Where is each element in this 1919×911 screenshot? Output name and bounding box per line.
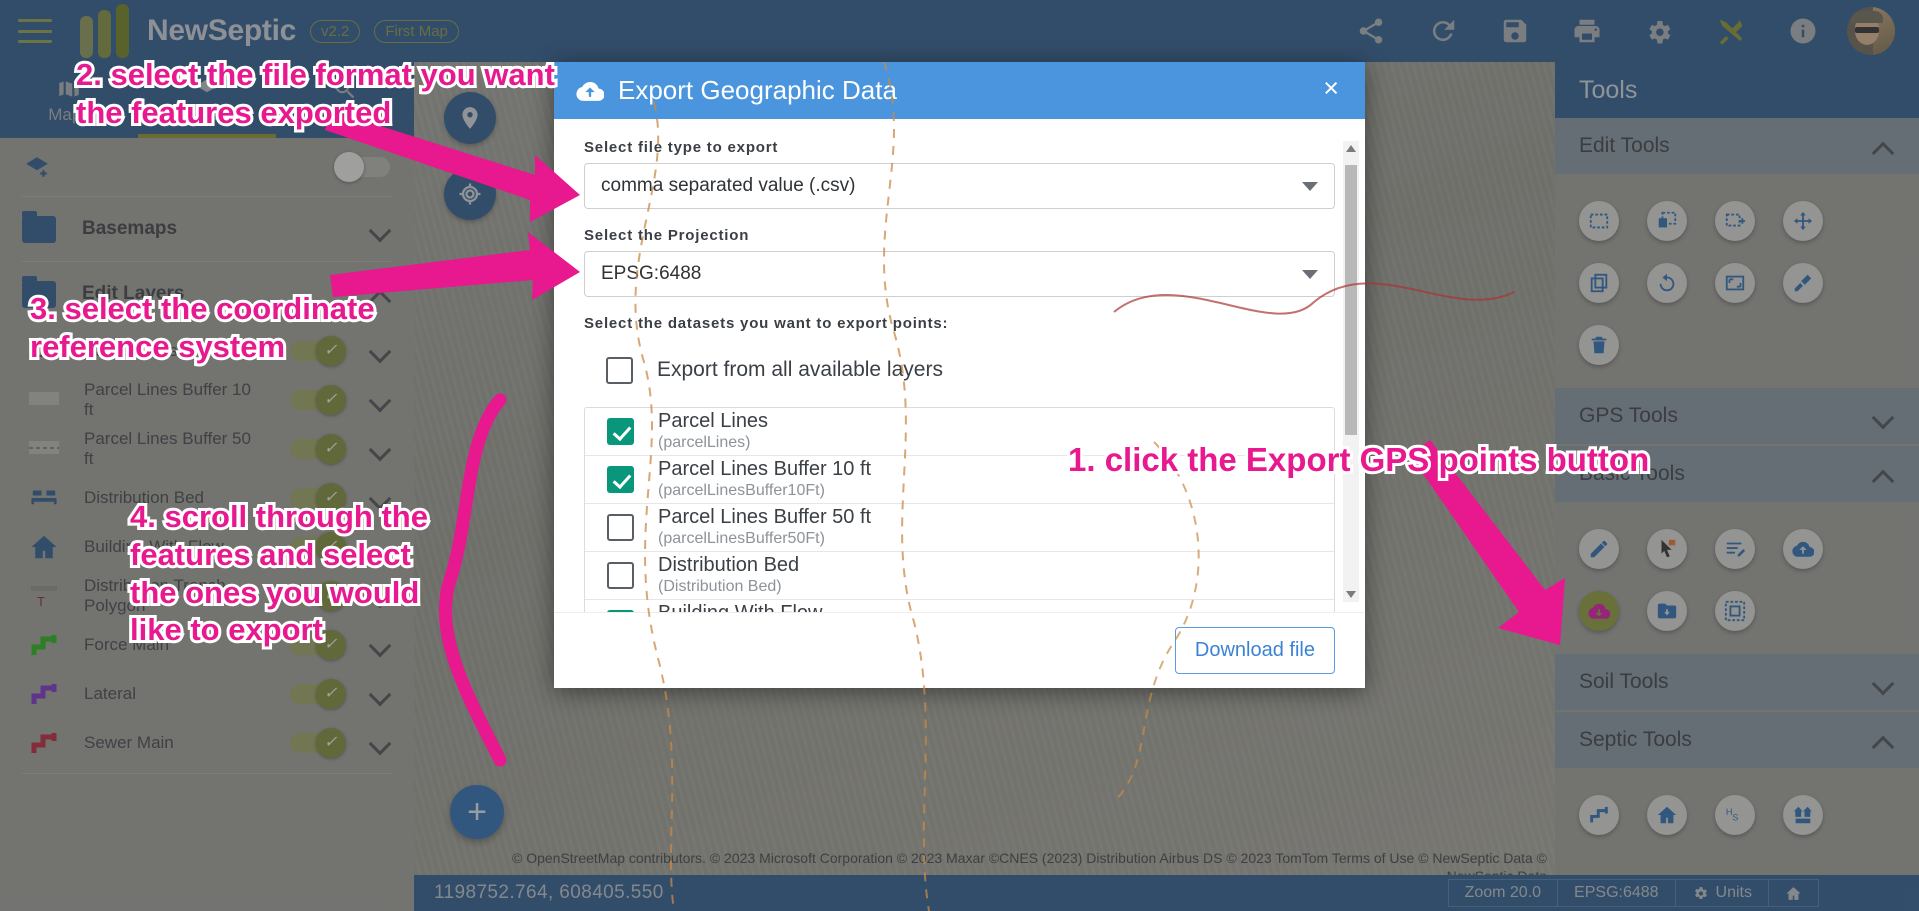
scroll-down-icon[interactable] — [1346, 591, 1356, 598]
scrollbar-thumb[interactable] — [1345, 165, 1357, 435]
annotation-1: 1. click the Export GPS points button — [1065, 438, 1652, 481]
annotation-2: 2. select the file format you want the f… — [73, 54, 558, 133]
dataset-name: Parcel Lines — [658, 410, 769, 432]
file-type-label: Select file type to export — [584, 139, 779, 156]
dataset-checkbox[interactable] — [607, 562, 634, 589]
dataset-name: Parcel Lines Buffer 50 ft — [658, 506, 872, 528]
dialog-footer: Download file — [554, 612, 1365, 688]
dialog-title: Export Geographic Data — [618, 75, 897, 105]
dataset-name: Building With Flow — [658, 602, 823, 612]
file-type-value: comma separated value (.csv) — [601, 175, 856, 196]
projection-select[interactable]: EPSG:6488 — [584, 251, 1335, 297]
dataset-key: (parcelLines) — [658, 434, 751, 451]
scroll-up-icon[interactable] — [1346, 145, 1356, 152]
datasets-list[interactable]: Parcel Lines (parcelLines) Parcel Lines … — [584, 407, 1335, 612]
projection-label: Select the Projection — [584, 227, 750, 244]
dataset-key: (parcelLinesBuffer10Ft) — [658, 482, 825, 499]
dataset-checkbox[interactable] — [607, 466, 634, 493]
datasets-label: Select the datasets you want to export p… — [584, 315, 949, 332]
export-all-layers-label: Export from all available layers — [657, 358, 943, 381]
export-all-layers-checkbox[interactable] — [606, 356, 633, 384]
dialog-scrollbar[interactable] — [1343, 141, 1359, 602]
chevron-down-icon — [1302, 181, 1318, 191]
dataset-checkbox[interactable] — [607, 418, 634, 445]
dataset-checkbox[interactable] — [607, 514, 634, 541]
download-file-button[interactable]: Download file — [1174, 627, 1335, 674]
list-item[interactable]: Building With Flow (Building With Flow) — [585, 600, 1334, 612]
export-all-layers-row[interactable]: Export from all available layers — [584, 339, 1335, 401]
dataset-name: Parcel Lines Buffer 10 ft — [658, 458, 872, 480]
export-geographic-data-dialog: Export Geographic Data × Select file typ… — [554, 62, 1365, 688]
dataset-name: Distribution Bed — [658, 554, 800, 576]
dialog-body: Select file type to export comma separat… — [554, 119, 1365, 612]
dataset-checkbox[interactable] — [607, 610, 634, 612]
list-item[interactable]: Parcel Lines Buffer 50 ft (parcelLinesBu… — [585, 504, 1334, 552]
projection-value: EPSG:6488 — [601, 263, 702, 284]
annotation-4: 4. scroll through the features and selec… — [127, 496, 431, 650]
close-icon[interactable]: × — [1313, 75, 1349, 106]
dialog-header: Export Geographic Data × — [554, 62, 1365, 119]
chevron-down-icon — [1302, 269, 1318, 279]
dataset-key: (parcelLinesBuffer50Ft) — [658, 530, 825, 547]
annotation-3: 3. select the coordinate reference syste… — [27, 288, 378, 367]
file-type-select[interactable]: comma separated value (.csv) — [584, 163, 1335, 209]
list-item[interactable]: Distribution Bed (Distribution Bed) — [585, 552, 1334, 600]
dataset-key: (Distribution Bed) — [658, 578, 782, 595]
